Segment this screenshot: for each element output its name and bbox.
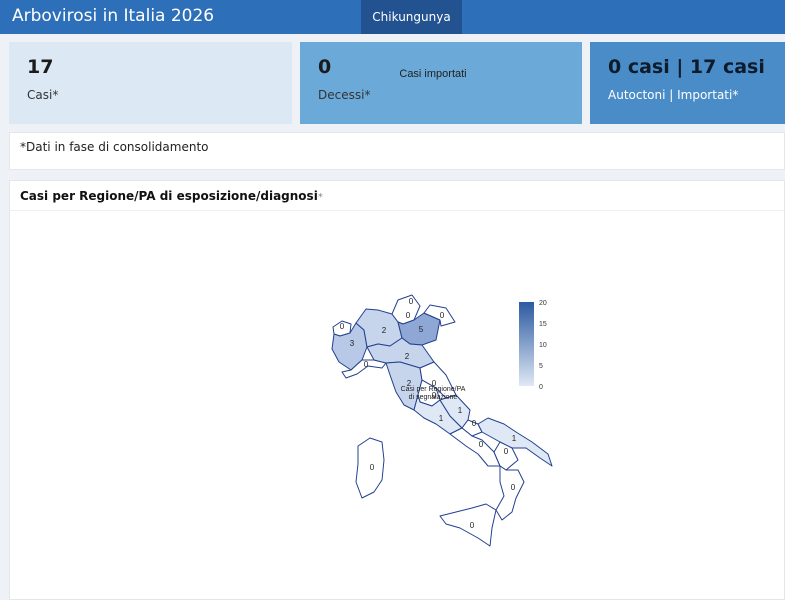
italy-choropleth-map: 0 0 0 0 2 5 3 2 0 2 0 0 1 1 0 0 1 0 0 0 … <box>331 294 553 547</box>
label-calabria: 0 <box>511 483 516 492</box>
region-sicilia[interactable] <box>439 503 497 547</box>
label-liguria: 0 <box>364 360 369 369</box>
label-basilicata: 0 <box>504 447 509 456</box>
label-sicilia: 0 <box>470 521 475 530</box>
label-trentino-south: 0 <box>406 311 411 320</box>
legend-tick-20: 20 <box>539 300 547 307</box>
label-friuli: 0 <box>440 311 445 320</box>
region-calabria[interactable] <box>495 465 525 521</box>
label-campania: 0 <box>479 440 484 449</box>
legend-tick-0: 0 <box>539 384 543 391</box>
legend-tick-10: 10 <box>539 342 547 349</box>
legend-tick-5: 5 <box>539 363 543 370</box>
label-abruzzo: 1 <box>458 406 463 415</box>
label-emilia-romagna: 2 <box>405 352 410 361</box>
legend-tick-15: 15 <box>539 321 547 328</box>
map-legend: 20 15 10 5 0 <box>519 300 547 391</box>
label-lombardia: 2 <box>382 326 387 335</box>
label-sardegna: 0 <box>370 463 375 472</box>
map-caption-line2: di segnalazione <box>408 394 458 401</box>
label-valle-daosta: 0 <box>340 322 345 331</box>
label-trentino-north: 0 <box>409 297 414 306</box>
legend-colorbar <box>519 302 534 386</box>
label-piemonte: 3 <box>350 339 355 348</box>
label-molise: 0 <box>472 419 477 428</box>
label-veneto: 5 <box>419 325 424 334</box>
map-caption-line1: Casi per Regione/PA <box>400 386 466 393</box>
map-caption: Casi per Regione/PA di segnalazione <box>385 386 481 402</box>
label-puglia: 1 <box>512 434 517 443</box>
label-lazio: 1 <box>439 414 444 423</box>
